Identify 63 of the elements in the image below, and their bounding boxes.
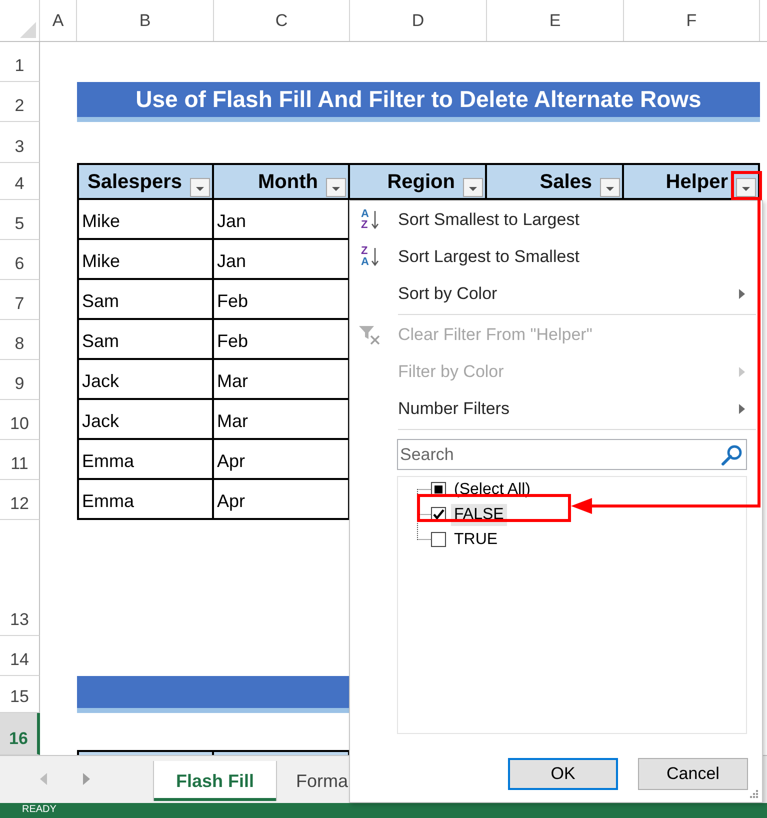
filter-dropdown-button[interactable] — [736, 178, 756, 197]
menu-item[interactable]: A Z Sort Smallest to Largest — [350, 201, 762, 238]
row-header[interactable]: 1 — [0, 42, 40, 82]
row-header[interactable]: 2 — [0, 82, 40, 122]
row-header[interactable]: 3 — [0, 122, 40, 163]
search-input[interactable]: Search — [400, 444, 721, 466]
column-title: Sales — [540, 170, 592, 194]
filter-dropdown-button[interactable] — [190, 178, 210, 197]
table-cell: Jack — [77, 400, 214, 440]
status-text: READY — [22, 803, 56, 816]
column-title: Month — [258, 170, 318, 194]
table-cell: Emma — [77, 480, 214, 520]
dialog-button[interactable]: Cancel — [638, 758, 748, 790]
title-banner: Use of Flash Fill And Filter to Delete Alternate Rows — [77, 82, 760, 122]
dialog-button[interactable]: OK — [508, 758, 618, 790]
row-header[interactable]: 5 — [0, 200, 40, 240]
caret-icon — [742, 187, 750, 191]
table-cell: Sam — [77, 280, 214, 320]
row-header[interactable]: 4 — [0, 163, 40, 200]
table-cell: Mike — [77, 200, 214, 240]
menu-item[interactable]: Z A Sort Largest to Smallest — [350, 238, 762, 275]
row-header[interactable]: 8 — [0, 320, 40, 360]
column-header[interactable]: C — [214, 0, 350, 41]
row-header[interactable]: 10 — [0, 400, 40, 440]
checkbox[interactable] — [431, 532, 446, 547]
caret-icon — [196, 187, 204, 191]
menu-item[interactable]: Sort by Color — [350, 275, 762, 312]
column-title: Helper — [666, 170, 728, 194]
row-header[interactable]: 13 — [0, 520, 40, 636]
resize-grip-icon[interactable] — [750, 790, 759, 799]
highlight-frame — [731, 171, 762, 200]
table-cell: Mike — [77, 240, 214, 280]
caret-icon — [606, 187, 614, 191]
sheet-tab[interactable]: Forma — [276, 761, 348, 801]
column-header[interactable]: A — [40, 0, 77, 41]
row-header[interactable]: 16 — [0, 713, 40, 755]
column-header[interactable]: D — [350, 0, 487, 41]
filter-dropdown-button[interactable] — [326, 178, 346, 197]
clear-filter-icon — [358, 324, 382, 346]
row-header[interactable]: 11 — [0, 440, 40, 480]
filter-dropdown-button[interactable] — [463, 178, 483, 197]
caret-icon — [332, 187, 340, 191]
checkbox-label[interactable]: TRUE — [451, 528, 501, 550]
table-cell: Jack — [77, 360, 214, 400]
row-header[interactable]: 6 — [0, 240, 40, 280]
column-header[interactable]: E — [487, 0, 624, 41]
row-header[interactable]: 14 — [0, 636, 40, 676]
filter-dropdown-button[interactable] — [600, 178, 620, 197]
menu-item[interactable]: Number Filters — [350, 390, 762, 427]
sheet-tab[interactable]: Flash Fill — [154, 761, 276, 801]
column-header[interactable]: F — [624, 0, 760, 41]
search-field[interactable]: Search — [397, 439, 747, 470]
table-cell: Emma — [77, 440, 214, 480]
column-title: Salespers — [87, 170, 182, 194]
row-header[interactable]: 7 — [0, 280, 40, 320]
table-cell: Sam — [77, 320, 214, 360]
column-header[interactable]: B — [77, 0, 214, 41]
caret-icon — [469, 187, 477, 191]
row-header[interactable]: 9 — [0, 360, 40, 400]
checkbox-label[interactable]: (Select All) — [451, 478, 534, 500]
search-icon[interactable] — [721, 444, 743, 466]
row-header[interactable]: 12 — [0, 480, 40, 520]
column-title: Region — [387, 170, 455, 194]
